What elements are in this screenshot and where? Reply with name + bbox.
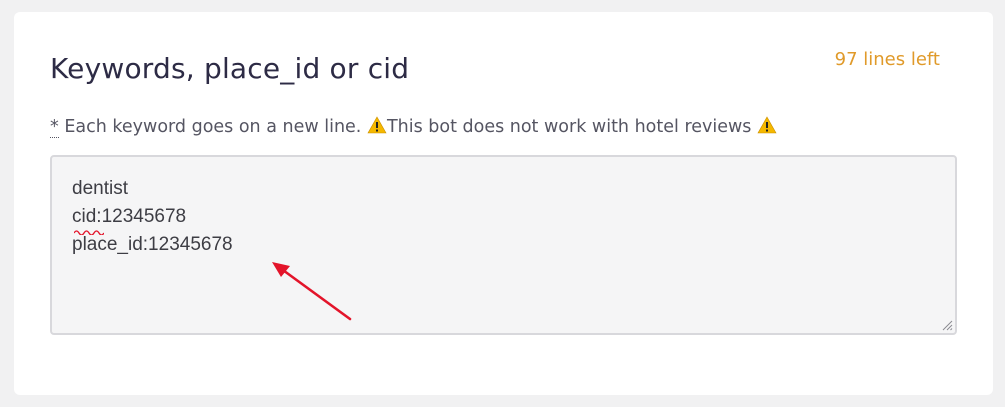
warning-icon [757, 116, 777, 134]
lines-left-counter: 97 lines left [834, 49, 940, 70]
hint-asterisk: * [50, 117, 59, 138]
keywords-hint: * Each keyword goes on a new line. This … [50, 116, 777, 138]
keywords-title: Keywords, place_id or cid [50, 52, 410, 85]
keywords-card: Keywords, place_id or cid 97 lines left … [14, 12, 993, 395]
resize-handle-icon[interactable] [941, 319, 953, 331]
hint-text-1: Each keyword goes on a new line. [58, 117, 367, 137]
warning-icon [367, 116, 387, 134]
keywords-textarea[interactable] [52, 157, 955, 333]
hint-text-2: This bot does not work with hotel review… [386, 117, 757, 137]
keywords-textarea-wrapper [50, 155, 957, 335]
